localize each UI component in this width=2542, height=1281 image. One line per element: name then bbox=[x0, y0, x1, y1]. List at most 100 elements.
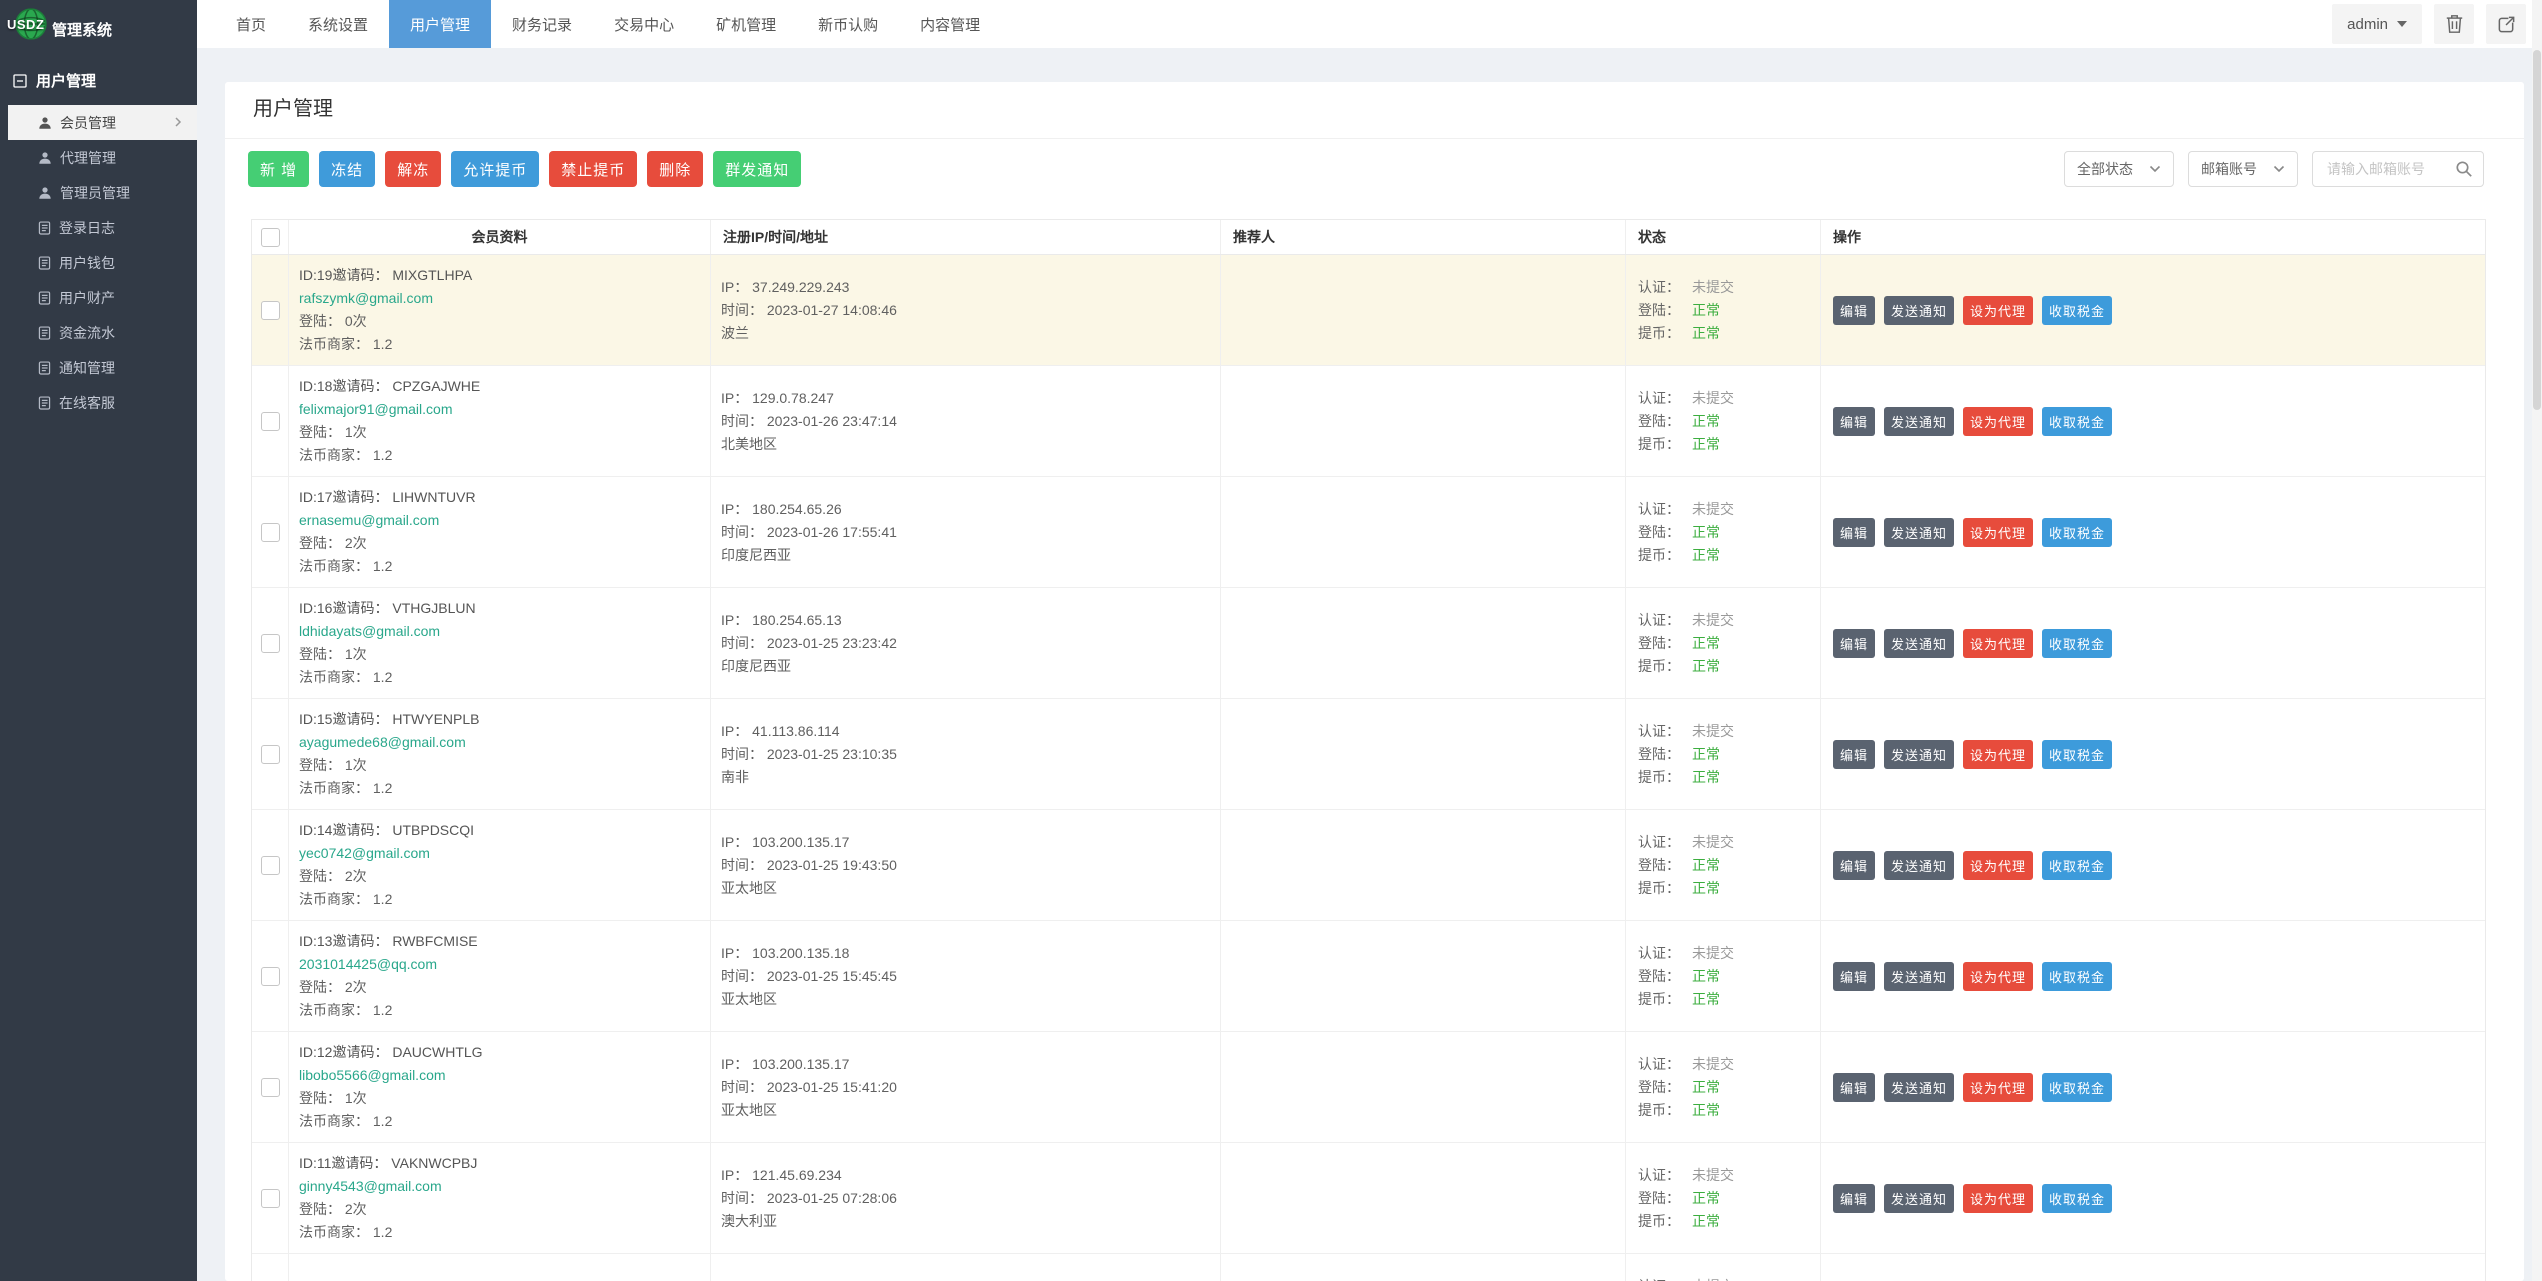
nav-item-finance-records[interactable]: 财务记录 bbox=[491, 0, 593, 48]
send-notice-button[interactable]: 发送通知 bbox=[1884, 629, 1954, 658]
nav-item-newcoin-subscribe[interactable]: 新币认购 bbox=[797, 0, 899, 48]
search-input[interactable] bbox=[2325, 160, 2455, 178]
allow-withdraw-button[interactable]: 允许提币 bbox=[451, 151, 539, 187]
set-agent-button[interactable]: 设为代理 bbox=[1963, 851, 2033, 880]
collect-tax-button[interactable]: 收取税金 bbox=[2042, 1184, 2112, 1213]
sidebar-item-member-mgmt[interactable]: 会员管理 bbox=[8, 105, 197, 140]
row-checkbox[interactable] bbox=[261, 301, 280, 320]
nav-item-user-mgmt[interactable]: 用户管理 bbox=[389, 0, 491, 48]
sidebar-item-admin-mgmt[interactable]: 管理员管理 bbox=[0, 175, 197, 210]
set-agent-button[interactable]: 设为代理 bbox=[1963, 629, 2033, 658]
send-notice-button[interactable]: 发送通知 bbox=[1884, 962, 1954, 991]
trash-button[interactable] bbox=[2434, 4, 2474, 44]
send-notice-button[interactable]: 发送通知 bbox=[1884, 407, 1954, 436]
send-notice-button[interactable]: 发送通知 bbox=[1884, 1184, 1954, 1213]
collect-tax-button[interactable]: 收取税金 bbox=[2042, 851, 2112, 880]
edit-button[interactable]: 编辑 bbox=[1833, 962, 1875, 991]
add-button[interactable]: 新 增 bbox=[248, 151, 309, 187]
send-notice-button[interactable]: 发送通知 bbox=[1884, 740, 1954, 769]
nav-item-trade-center[interactable]: 交易中心 bbox=[593, 0, 695, 48]
referrer-cell bbox=[1221, 366, 1626, 476]
delete-button[interactable]: 删除 bbox=[647, 151, 703, 187]
withdraw-status-value: 正常 bbox=[1692, 322, 1720, 345]
scrollbar[interactable] bbox=[2532, 0, 2542, 1281]
collect-tax-button[interactable]: 收取税金 bbox=[2042, 518, 2112, 547]
unfreeze-button[interactable]: 解冻 bbox=[385, 151, 441, 187]
field-select[interactable]: 邮箱账号 bbox=[2188, 151, 2298, 187]
member-email-link[interactable]: ldhidayats@gmail.com bbox=[299, 620, 710, 643]
send-notice-button[interactable]: 发送通知 bbox=[1884, 851, 1954, 880]
collect-tax-button[interactable]: 收取税金 bbox=[2042, 407, 2112, 436]
collect-tax-button[interactable]: 收取税金 bbox=[2042, 962, 2112, 991]
admin-user-menu[interactable]: admin bbox=[2332, 4, 2422, 44]
nav-item-home[interactable]: 首页 bbox=[215, 0, 287, 48]
row-actions: 编辑发送通知设为代理收取税金 bbox=[1821, 921, 2485, 1031]
member-email-link[interactable]: ginny4543@gmail.com bbox=[299, 1175, 710, 1198]
row-checkbox[interactable] bbox=[261, 745, 280, 764]
row-checkbox[interactable] bbox=[261, 1189, 280, 1208]
edit-button[interactable]: 编辑 bbox=[1833, 518, 1875, 547]
set-agent-button[interactable]: 设为代理 bbox=[1963, 296, 2033, 325]
search-icon[interactable] bbox=[2455, 160, 2473, 178]
logout-button[interactable] bbox=[2486, 4, 2526, 44]
member-email-link[interactable]: yec0742@gmail.com bbox=[299, 842, 710, 865]
register-ip: IP： 121.45.69.234 bbox=[721, 1164, 1220, 1187]
scrollbar-thumb[interactable] bbox=[2533, 50, 2541, 410]
sidebar-item-user-assets[interactable]: 用户财产 bbox=[0, 280, 197, 315]
row-checkbox[interactable] bbox=[261, 967, 280, 986]
collect-tax-button[interactable]: 收取税金 bbox=[2042, 1073, 2112, 1102]
set-agent-button[interactable]: 设为代理 bbox=[1963, 740, 2033, 769]
set-agent-button[interactable]: 设为代理 bbox=[1963, 518, 2033, 547]
edit-button[interactable]: 编辑 bbox=[1833, 740, 1875, 769]
sidebar-section-user-mgmt[interactable]: 用户管理 bbox=[0, 48, 197, 105]
set-agent-button[interactable]: 设为代理 bbox=[1963, 962, 2033, 991]
edit-button[interactable]: 编辑 bbox=[1833, 629, 1875, 658]
member-login-count: 登陆： 2次 bbox=[299, 976, 710, 999]
member-email-link[interactable]: libobo5566@gmail.com bbox=[299, 1064, 710, 1087]
sidebar-item-fund-flow[interactable]: 资金流水 bbox=[0, 315, 197, 350]
nav-item-miner-mgmt[interactable]: 矿机管理 bbox=[695, 0, 797, 48]
row-checkbox[interactable] bbox=[261, 523, 280, 542]
sidebar-item-user-wallet[interactable]: 用户钱包 bbox=[0, 245, 197, 280]
row-checkbox[interactable] bbox=[261, 634, 280, 653]
sidebar-item-login-log[interactable]: 登录日志 bbox=[0, 210, 197, 245]
collect-tax-button[interactable]: 收取税金 bbox=[2042, 629, 2112, 658]
forbid-withdraw-button[interactable]: 禁止提币 bbox=[549, 151, 637, 187]
row-checkbox[interactable] bbox=[261, 856, 280, 875]
logo[interactable]: USDZ 管理系统 bbox=[0, 0, 197, 48]
edit-button[interactable]: 编辑 bbox=[1833, 851, 1875, 880]
sidebar-item-online-service[interactable]: 在线客服 bbox=[0, 385, 197, 420]
sidebar-item-notice-mgmt[interactable]: 通知管理 bbox=[0, 350, 197, 385]
register-time: 时间： 2023-01-25 19:43:50 bbox=[721, 854, 1220, 877]
member-email-link[interactable]: felixmajor91@gmail.com bbox=[299, 398, 710, 421]
select-all-checkbox[interactable] bbox=[261, 228, 280, 247]
member-email-link[interactable]: ayagumede68@gmail.com bbox=[299, 731, 710, 754]
send-notice-button[interactable]: 发送通知 bbox=[1884, 518, 1954, 547]
nav-item-system-settings[interactable]: 系统设置 bbox=[287, 0, 389, 48]
edit-button[interactable]: 编辑 bbox=[1833, 1073, 1875, 1102]
sidebar-item-agent-mgmt[interactable]: 代理管理 bbox=[0, 140, 197, 175]
broadcast-button[interactable]: 群发通知 bbox=[713, 151, 801, 187]
nav-item-content-mgmt[interactable]: 内容管理 bbox=[899, 0, 1001, 48]
row-actions: 编辑发送通知设为代理收取税金 bbox=[1821, 588, 2485, 698]
set-agent-button[interactable]: 设为代理 bbox=[1963, 1184, 2033, 1213]
send-notice-button[interactable]: 发送通知 bbox=[1884, 296, 1954, 325]
row-checkbox[interactable] bbox=[261, 412, 280, 431]
set-agent-button[interactable]: 设为代理 bbox=[1963, 1073, 2033, 1102]
register-info-cell: IP： 41.113.86.114 时间： 2023-01-25 23:10:3… bbox=[711, 699, 1221, 809]
edit-button[interactable]: 编辑 bbox=[1833, 296, 1875, 325]
edit-button[interactable]: 编辑 bbox=[1833, 1184, 1875, 1213]
edit-button[interactable]: 编辑 bbox=[1833, 407, 1875, 436]
register-region: 印度尼西亚 bbox=[721, 544, 1220, 567]
member-email-link[interactable]: ernasemu@gmail.com bbox=[299, 509, 710, 532]
register-ip: IP： 103.200.135.17 bbox=[721, 831, 1220, 854]
member-email-link[interactable]: 2031014425@qq.com bbox=[299, 953, 710, 976]
collect-tax-button[interactable]: 收取税金 bbox=[2042, 740, 2112, 769]
member-email-link[interactable]: rafszymk@gmail.com bbox=[299, 287, 710, 310]
set-agent-button[interactable]: 设为代理 bbox=[1963, 407, 2033, 436]
send-notice-button[interactable]: 发送通知 bbox=[1884, 1073, 1954, 1102]
status-select[interactable]: 全部状态 bbox=[2064, 151, 2174, 187]
collect-tax-button[interactable]: 收取税金 bbox=[2042, 296, 2112, 325]
row-checkbox[interactable] bbox=[261, 1078, 280, 1097]
freeze-button[interactable]: 冻结 bbox=[319, 151, 375, 187]
